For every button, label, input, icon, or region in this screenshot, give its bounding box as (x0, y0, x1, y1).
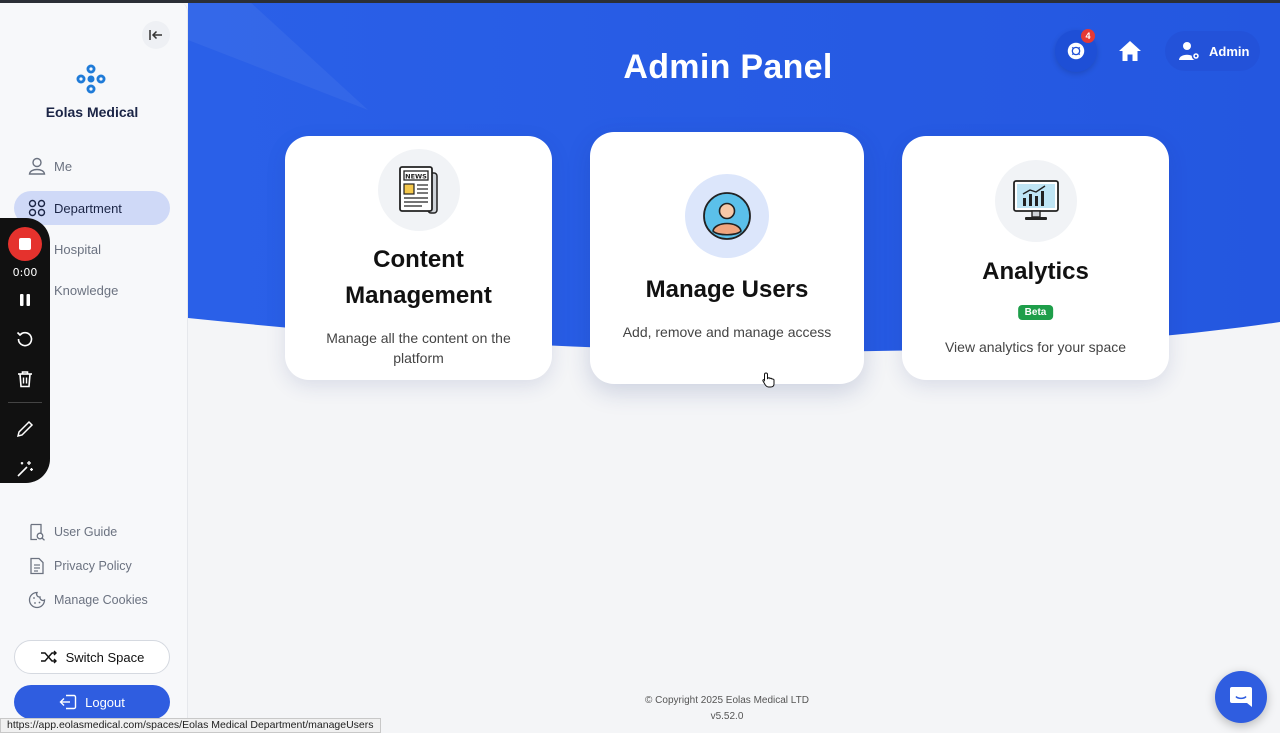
stop-icon (19, 238, 31, 250)
card-description: View analytics for your space (944, 339, 1127, 355)
notifications-button[interactable]: 4 (1055, 29, 1097, 72)
chat-bubble-icon (1230, 687, 1252, 707)
restart-recording-button[interactable] (14, 328, 36, 350)
home-button[interactable] (1113, 34, 1147, 68)
page-title: Admin Panel (623, 48, 833, 86)
manage-cookies-link[interactable]: Manage Cookies (28, 591, 148, 609)
logout-icon (59, 694, 77, 710)
card-icon-container: NEWS (377, 149, 460, 231)
card-icon-container (994, 160, 1077, 242)
pause-recording-button[interactable] (14, 289, 36, 311)
user-guide-icon (30, 523, 45, 541)
status-bar-url: https://app.eolasmedical.com/spaces/Eola… (0, 718, 381, 733)
screen-recorder-toolbar: 0:00 (0, 218, 50, 483)
recording-timer: 0:00 (12, 266, 38, 279)
newspaper-icon: NEWS (398, 166, 438, 214)
content-management-card[interactable]: NEWS Content Management Manage all the c… (285, 136, 552, 380)
admin-label: Admin (1209, 43, 1250, 59)
user-guide-link[interactable]: User Guide (28, 523, 117, 541)
toolbar-divider (8, 402, 42, 403)
privacy-policy-label: Privacy Policy (54, 559, 132, 573)
magic-wand-icon (17, 461, 33, 477)
user-guide-label: User Guide (54, 525, 118, 539)
logout-label: Logout (85, 694, 125, 710)
logout-button[interactable]: Logout (14, 685, 170, 719)
card-description: Add, remove and manage access (622, 324, 832, 340)
sidebar-item-label: Department (54, 200, 122, 216)
document-icon (30, 557, 44, 575)
sidebar-item-me[interactable]: Me (14, 149, 170, 183)
analytics-monitor-icon (1012, 180, 1059, 220)
draw-button[interactable] (14, 418, 36, 440)
effects-button[interactable] (14, 458, 36, 480)
trash-icon (18, 371, 32, 388)
department-icon (28, 199, 46, 217)
brand-name: Eolas Medical (45, 104, 139, 120)
admin-user-icon (1179, 42, 1201, 61)
admin-menu-button[interactable]: Admin (1165, 31, 1260, 71)
card-description: Manage all the content on the platform (326, 330, 511, 366)
restart-icon (16, 331, 33, 347)
switch-space-label: Switch Space (65, 649, 145, 665)
beta-badge: Beta (1017, 305, 1054, 320)
svg-text:NEWS: NEWS (405, 173, 427, 181)
pause-icon (20, 294, 30, 306)
window-top-border (0, 0, 1280, 3)
sidebar-item-label: Knowledge (54, 282, 119, 298)
sidebar-item-label: Me (54, 158, 73, 174)
home-icon (1119, 41, 1141, 61)
collapse-arrow-icon (149, 30, 162, 40)
user-icon (28, 157, 46, 175)
support-chat-button[interactable] (1215, 671, 1267, 723)
analytics-card[interactable]: Analytics Beta View analytics for your s… (902, 136, 1169, 380)
copyright-text: © Copyright 2025 Eolas Medical LTD (645, 695, 809, 706)
card-icon-container (685, 174, 769, 258)
user-avatar-icon (703, 192, 751, 240)
hand-cursor-icon (762, 372, 775, 388)
card-title: Manage Users (645, 276, 809, 303)
card-title: Analytics (982, 258, 1089, 285)
stop-recording-button[interactable] (8, 227, 42, 261)
delete-recording-button[interactable] (14, 368, 36, 390)
cookie-icon (28, 591, 46, 609)
eolas-logo-icon (76, 64, 106, 94)
notification-badge: 4 (1081, 29, 1095, 43)
privacy-policy-link[interactable]: Privacy Policy (28, 557, 132, 575)
shuffle-icon (40, 650, 57, 664)
shield-icon (1067, 42, 1085, 60)
pencil-icon (16, 420, 34, 438)
sidebar-item-label: Hospital (54, 241, 101, 257)
manage-cookies-label: Manage Cookies (54, 593, 148, 607)
card-title: Content Management (345, 246, 492, 309)
collapse-sidebar-button[interactable] (142, 21, 170, 49)
switch-space-button[interactable]: Switch Space (14, 640, 170, 674)
manage-users-card[interactable]: Manage Users Add, remove and manage acce… (590, 132, 864, 384)
